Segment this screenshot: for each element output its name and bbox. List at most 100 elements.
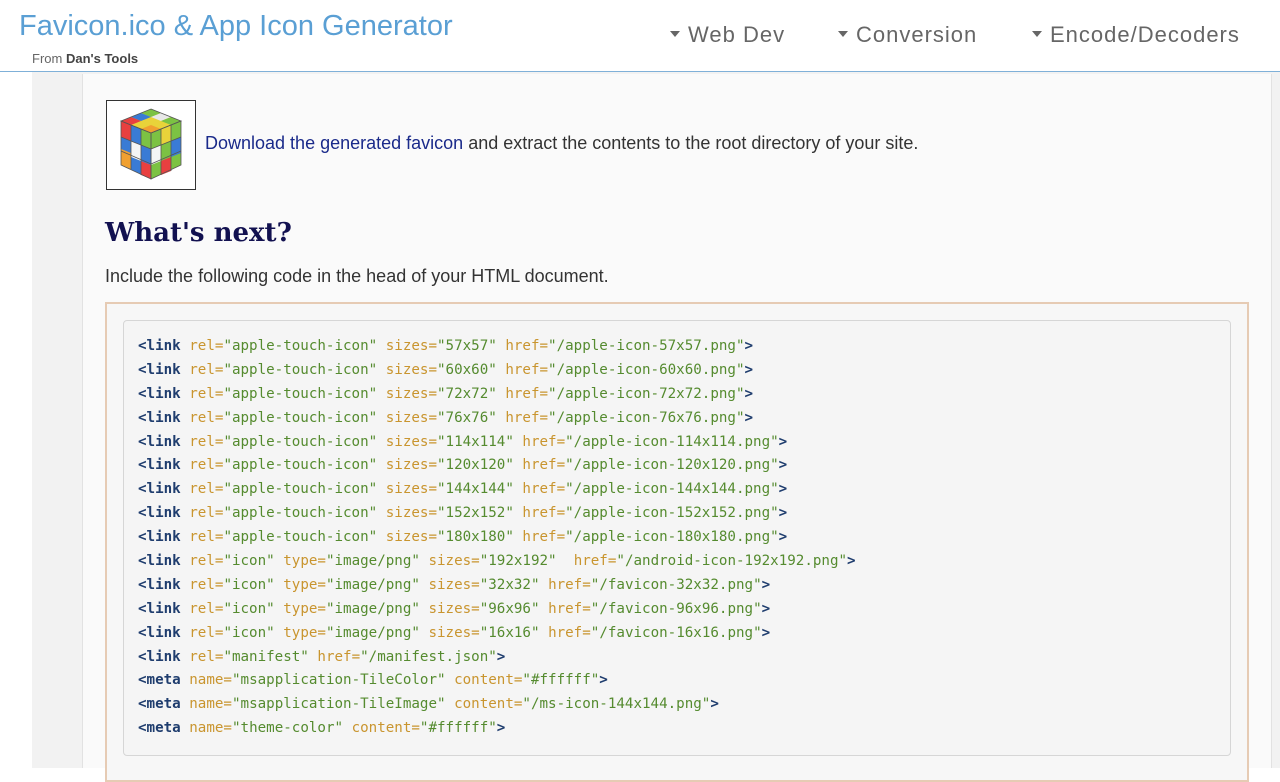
nav-label: Web Dev [688, 22, 786, 47]
code-token: "image/png" [325, 600, 420, 617]
code-token: "32x32" [479, 576, 540, 593]
code-line: <link rel="apple-touch-icon" sizes="72x7… [138, 383, 856, 407]
rubiks-cube-icon [119, 108, 183, 180]
code-token: > [778, 433, 788, 450]
code-token: sizes= [428, 553, 480, 570]
nav-conversion[interactable]: Conversion [838, 22, 977, 48]
code-token: "/apple-icon-144x144.png" [565, 481, 779, 498]
code-line: <link rel="apple-touch-icon" sizes="114x… [138, 431, 856, 455]
generated-icon-preview [106, 100, 196, 190]
code-token: type= [283, 600, 326, 617]
section-heading: What's next? [105, 218, 292, 248]
code-token: "180x180" [436, 529, 514, 546]
code-token: <link [138, 481, 181, 498]
code-token: "60x60" [436, 361, 497, 378]
code-token: rel= [189, 361, 224, 378]
code-line: <link rel="apple-touch-icon" sizes="57x5… [138, 335, 856, 359]
code-token: "57x57" [436, 338, 497, 354]
caret-down-icon [670, 31, 680, 38]
code-token: "apple-touch-icon" [223, 385, 378, 402]
site-title[interactable]: Favicon.ico & App Icon Generator [19, 10, 453, 43]
code-token: <meta [138, 672, 181, 689]
code-token: "114x114" [436, 433, 514, 450]
code-token: rel= [189, 505, 224, 522]
code-line: <link rel="icon" type="image/png" sizes=… [138, 574, 856, 598]
brand-link[interactable]: Dan's Tools [66, 51, 138, 66]
code-token: sizes= [385, 338, 437, 354]
code-token: > [496, 648, 506, 665]
code-token: "manifest" [223, 648, 309, 665]
code-token: <link [138, 505, 181, 522]
code-line: <meta name="msapplication-TileColor" con… [138, 669, 856, 693]
code-token: rel= [189, 648, 224, 665]
code-token: rel= [189, 481, 224, 498]
nav-label: Encode/Decoders [1050, 22, 1240, 47]
code-token: "icon" [223, 600, 275, 617]
code-token: <link [138, 529, 181, 546]
code-token: > [599, 672, 608, 689]
code-token: name= [189, 672, 232, 689]
code-token: content= [454, 672, 523, 689]
code-token: sizes= [385, 409, 437, 426]
code-token: sizes= [385, 505, 437, 522]
code-token: type= [283, 553, 326, 570]
code-token: <link [138, 553, 181, 570]
code-token: rel= [189, 529, 224, 546]
code-token: "/apple-icon-120x120.png" [565, 457, 779, 474]
code-line: <link rel="icon" type="image/png" sizes=… [138, 598, 856, 622]
nav-encode-decoders[interactable]: Encode/Decoders [1032, 22, 1240, 48]
code-token: "apple-touch-icon" [223, 457, 378, 474]
caret-down-icon [838, 31, 848, 38]
code-token: "/android-icon-192x192.png" [616, 553, 848, 570]
code-token: href= [522, 481, 566, 498]
code-token: > [744, 409, 754, 426]
code-line: <link rel="apple-touch-icon" sizes="76x7… [138, 407, 856, 431]
download-link[interactable]: Download the generated favicon [205, 133, 463, 153]
code-token: "image/png" [325, 553, 420, 570]
code-token: href= [548, 624, 591, 641]
code-token: > [761, 600, 771, 617]
code-token: > [778, 457, 788, 474]
code-line: <link rel="manifest" href="/manifest.jso… [138, 646, 856, 670]
nav-web-dev[interactable]: Web Dev [670, 22, 785, 48]
code-token: type= [283, 576, 326, 593]
code-token: href= [522, 457, 566, 474]
code-token: "image/png" [325, 624, 420, 641]
code-token: "apple-touch-icon" [223, 338, 378, 354]
code-token: rel= [189, 433, 224, 450]
code-token: "152x152" [436, 505, 514, 522]
caret-down-icon [1032, 31, 1042, 38]
code-token: "/favicon-16x16.png" [590, 624, 762, 641]
code-token: name= [189, 696, 232, 713]
code-token: "icon" [223, 576, 275, 593]
code-token: <meta [138, 720, 181, 737]
code-token: href= [522, 529, 566, 546]
code-token: "theme-color" [231, 720, 344, 737]
code-token: rel= [189, 576, 224, 593]
code-token: rel= [189, 457, 224, 474]
download-text: and extract the contents to the root dir… [463, 133, 919, 153]
code-token: href= [522, 505, 566, 522]
code-token: "apple-touch-icon" [223, 433, 378, 450]
code-lines[interactable]: <link rel="apple-touch-icon" sizes="57x5… [138, 335, 856, 741]
